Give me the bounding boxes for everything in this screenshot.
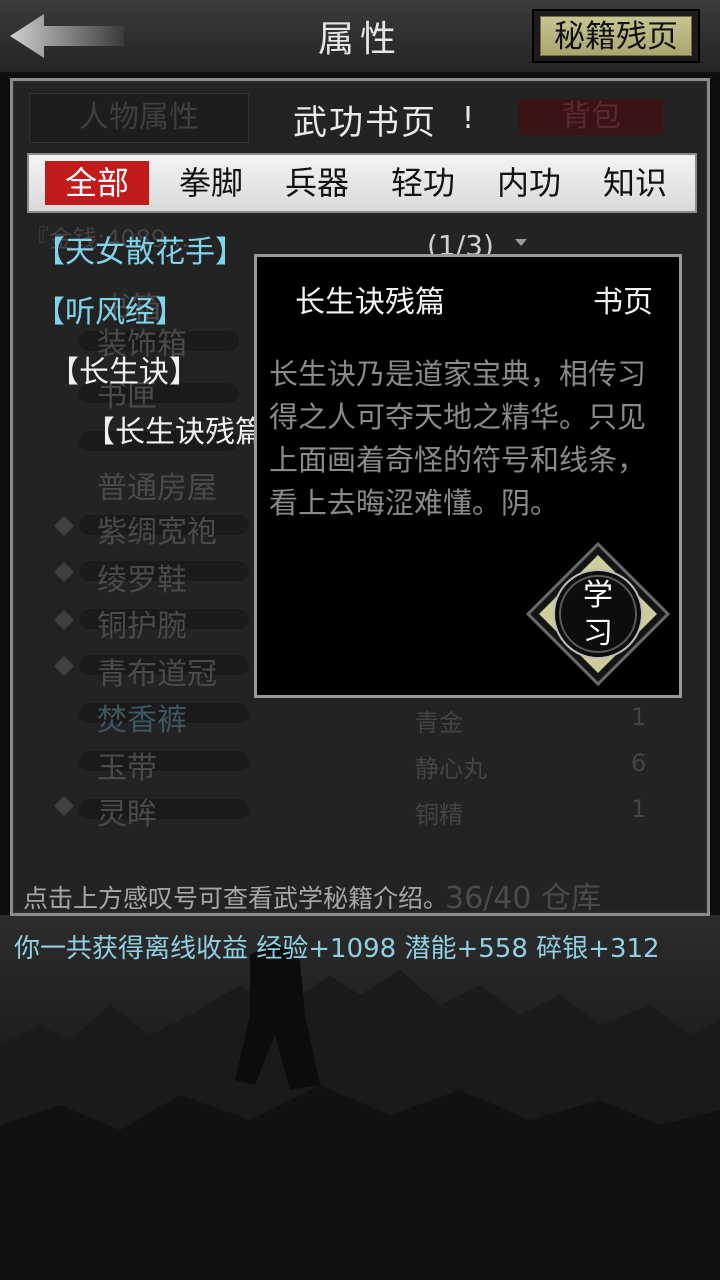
offline-earnings-message: 你一共获得离线收益 经验+1098 潜能+558 碎银+312 — [14, 934, 660, 964]
hint-text: 点击上方感叹号可查看武学秘籍介绍。 — [23, 884, 449, 913]
exclamation-info-icon[interactable]: ! — [455, 104, 481, 134]
book-entry-changsheng[interactable]: 【长生诀】 — [49, 347, 199, 391]
bg-right-item: 静心丸 — [415, 755, 487, 783]
tab-knowledge[interactable]: 知识 — [583, 161, 687, 205]
bg-right-item: 青金 — [415, 709, 463, 737]
secret-pages-label: 秘籍残页 — [540, 16, 692, 56]
bg-item: 玉带 — [97, 751, 157, 786]
tab-weapon[interactable]: 兵器 — [265, 161, 369, 205]
bg-right-count: 6 — [631, 749, 647, 777]
tab-inner-power[interactable]: 内功 — [477, 161, 581, 205]
tab-lightness[interactable]: 轻功 — [371, 161, 475, 205]
bg-item: 紫绸宽袍 — [97, 515, 217, 550]
bg-right-count: 1 — [631, 795, 647, 823]
section-title: 武功书页 — [293, 103, 437, 143]
category-tabs: 全部 拳脚 兵器 轻功 内功 知识 — [27, 153, 697, 213]
bg-item: 普通房屋 — [97, 471, 217, 506]
book-entry-tiannv[interactable]: 【天女散花手】 — [35, 227, 245, 271]
bg-right-count: 1 — [631, 703, 647, 731]
book-detail-popup: 长生诀残篇 书页 长生诀乃是道家宝典，相传习得之人可夺天地之精华。只见上面画着奇… — [254, 254, 682, 698]
learn-char-1: 学 — [583, 578, 613, 613]
chevron-down-icon[interactable] — [515, 239, 527, 246]
bg-item: 青布道冠 — [97, 657, 217, 692]
bg-right-item: 铜精 — [415, 801, 463, 829]
storage-count: 36/40 仓库 — [445, 881, 601, 916]
bg-item: 焚香裤 — [97, 703, 187, 738]
background-scenery — [0, 915, 720, 1280]
popup-book-type: 书页 — [593, 285, 653, 320]
book-entry-tingfeng[interactable]: 【听风经】 — [35, 287, 185, 331]
learn-button-label: 学 习 — [525, 577, 671, 653]
learn-char-2: 习 — [583, 616, 613, 651]
secret-pages-button[interactable]: 秘籍残页 — [532, 9, 700, 63]
bg-item: 绫罗鞋 — [97, 563, 187, 598]
bg-item: 铜护腕 — [97, 609, 187, 644]
tab-fist-kick[interactable]: 拳脚 — [159, 161, 263, 205]
popup-book-name: 长生诀残篇 — [295, 285, 445, 320]
popup-description: 长生诀乃是道家宝典，相传习得之人可夺天地之精华。只见上面画着奇怪的符号和线条，看… — [269, 357, 647, 520]
bg-item: 灵眸 — [97, 797, 157, 832]
learn-button[interactable]: 学 习 — [525, 541, 671, 687]
top-bar: 属性 秘籍残页 — [0, 0, 720, 74]
tab-all[interactable]: 全部 — [45, 161, 149, 205]
book-entry-changsheng-fragment[interactable]: 【长生诀残篇 — [85, 407, 265, 451]
